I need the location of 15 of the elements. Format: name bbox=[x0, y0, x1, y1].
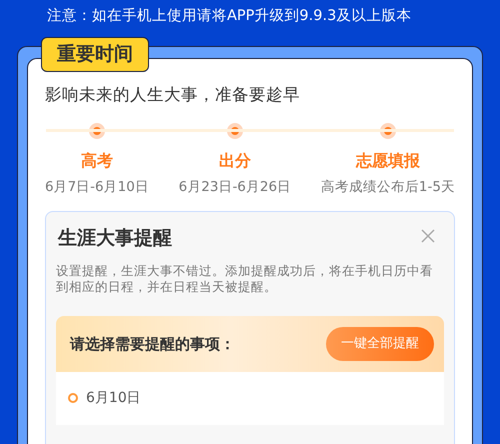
selection-prompt: 请选择需要提醒的事项： bbox=[70, 334, 235, 355]
reminder-description: 设置提醒，生涯大事不错过。添加提醒成功后，将在手机日历中看到相应的日程，并在日程当天被提醒。 bbox=[56, 262, 434, 296]
milestone-date: 6月7日-6月10日 bbox=[45, 178, 149, 197]
milestone-date: 高考成绩公布后1-5天 bbox=[320, 178, 455, 197]
milestone-date: 6月23日-6月26日 bbox=[178, 178, 292, 197]
item-date[interactable]: 6月10日 bbox=[86, 388, 141, 409]
close-icon[interactable] bbox=[420, 228, 436, 244]
reminder-title: 生涯大事提醒 bbox=[56, 226, 172, 251]
milestone-title: 出分 bbox=[218, 150, 252, 172]
section-subtitle: 影响未来的人生大事，准备要趁早 bbox=[45, 84, 301, 106]
section-badge: 重要时间 bbox=[41, 37, 149, 72]
item-circle-icon bbox=[68, 393, 78, 404]
milestone-title: 高考 bbox=[80, 150, 114, 172]
milestone-title: 志愿填报 bbox=[354, 150, 421, 172]
notice-text: 注意：如在手机上使用请将APP升级到9.9.3及以上版本 bbox=[46, 6, 412, 26]
